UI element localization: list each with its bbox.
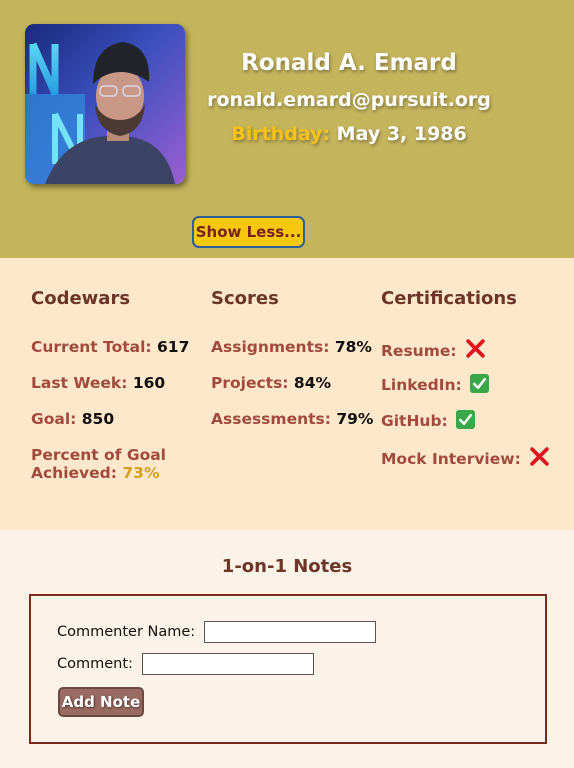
codewars-percent: Percent of Goal Achieved: 73% [31, 446, 189, 482]
commenter-name-input[interactable] [203, 621, 376, 643]
assignments-label: Assignments: [211, 338, 330, 356]
codewars-title: Codewars [31, 288, 131, 309]
projects-label: Projects: [211, 374, 289, 392]
assessments-value: 79% [336, 410, 374, 428]
profile-name: Ronald A. Emard [241, 50, 457, 76]
codewars-current-total: Current Total: 617 [31, 338, 189, 374]
cert-resume-label: Resume: [381, 342, 457, 360]
comment-row: Comment: [57, 653, 314, 675]
commenter-name-label: Commenter Name: [57, 624, 196, 640]
birthday-label: Birthday: [231, 123, 331, 145]
projects-value: 84% [293, 374, 332, 392]
profile-birthday: Birthday: May 3, 1986 [200, 123, 498, 145]
certifications-column: Certifications Resume: LinkedIn: GitHub:… [381, 288, 550, 482]
last-week-label: Last Week: [31, 374, 128, 392]
current-total-label: Current Total: [31, 338, 152, 356]
codewars-goal: Goal: 850 [31, 410, 189, 446]
notes-title: 1-on-1 Notes [221, 556, 353, 577]
scores-projects: Projects: 84% [211, 374, 373, 410]
comment-label: Comment: [57, 656, 133, 672]
scores-column: Scores Assignments: 78% Projects: 84% As… [211, 288, 373, 446]
current-total-value: 617 [157, 338, 190, 356]
cert-github: GitHub: [381, 410, 550, 446]
add-note-button[interactable]: Add Note [58, 687, 144, 717]
check-mark-icon [456, 410, 476, 429]
comment-input[interactable] [141, 653, 314, 675]
commenter-row: Commenter Name: [57, 621, 376, 643]
cert-github-label: GitHub: [381, 412, 448, 430]
goal-value: 850 [81, 410, 115, 428]
show-less-button[interactable]: Show Less... [192, 216, 305, 248]
assignments-value: 78% [334, 338, 372, 356]
cert-linkedin-label: LinkedIn: [381, 376, 462, 394]
cross-mark-icon [466, 339, 485, 358]
profile-photo [25, 24, 185, 184]
percent-value: 73% [122, 464, 160, 482]
cert-resume: Resume: [381, 338, 550, 374]
last-week-value: 160 [132, 374, 166, 392]
scores-assessments: Assessments: 79% [211, 410, 373, 446]
cross-mark-icon [530, 447, 549, 466]
stats-panel: Codewars Current Total: 617 Last Week: 1… [0, 258, 574, 530]
goal-label: Goal: [31, 410, 77, 428]
profile-header: Ronald A. Emard ronald.emard@pursuit.org… [0, 0, 574, 258]
cert-mock-interview-label: Mock Interview: [381, 450, 521, 468]
birthday-value: May 3, 1986 [336, 123, 467, 145]
portrait-image [25, 24, 185, 184]
cert-mock-interview: Mock Interview: [381, 446, 550, 482]
scores-title: Scores [211, 288, 279, 309]
cert-linkedin: LinkedIn: [381, 374, 550, 410]
percent-label-line1: Percent of Goal [31, 446, 166, 464]
check-mark-icon [470, 374, 490, 393]
scores-assignments: Assignments: 78% [211, 338, 373, 374]
notes-form: Commenter Name: Comment: Add Note [29, 594, 547, 744]
assessments-label: Assessments: [211, 410, 331, 428]
profile-email: ronald.emard@pursuit.org [207, 89, 491, 111]
percent-label-line2: Achieved: [31, 464, 117, 482]
profile-identity: Ronald A. Emard ronald.emard@pursuit.org… [200, 50, 498, 145]
codewars-last-week: Last Week: 160 [31, 374, 189, 410]
codewars-column: Codewars Current Total: 617 Last Week: 1… [31, 288, 189, 482]
certifications-title: Certifications [381, 288, 517, 309]
